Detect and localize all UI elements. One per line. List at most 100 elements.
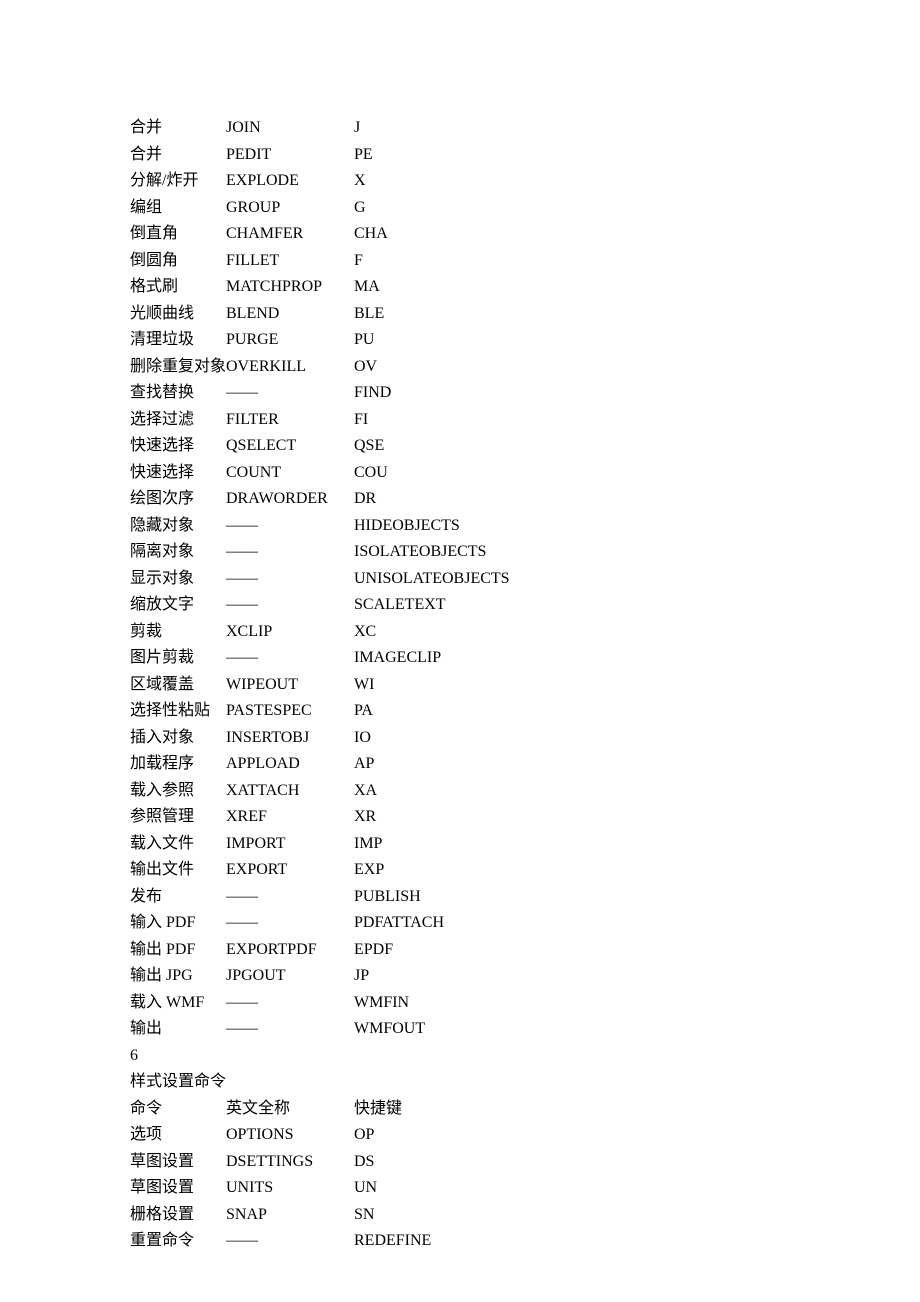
cell: ——: [226, 884, 354, 911]
cell: ——: [226, 380, 354, 407]
cell: WI: [354, 672, 534, 699]
table-row: 载入文件IMPORTIMP: [130, 831, 790, 858]
cell: 隔离对象: [130, 539, 226, 566]
cell: CHA: [354, 221, 534, 248]
table-row: 输出——WMFOUT: [130, 1016, 790, 1043]
table-row: 编组GROUPG: [130, 195, 790, 222]
table-row: 快速选择QSELECTQSE: [130, 433, 790, 460]
cell: 快速选择: [130, 460, 226, 487]
cell: UNISOLATEOBJECTS: [354, 566, 534, 593]
table-row: 缩放文字——SCALETEXT: [130, 592, 790, 619]
cell: 分解/炸开: [130, 168, 226, 195]
cell: EPDF: [354, 937, 534, 964]
cell: 删除重复对象OVERKILL: [130, 354, 354, 381]
section-number: 6: [130, 1043, 790, 1070]
cell: 草图设置: [130, 1149, 226, 1176]
cell: XCLIP: [226, 619, 354, 646]
cell: 区域覆盖: [130, 672, 226, 699]
cell: FILLET: [226, 248, 354, 275]
header-cell: 英文全称: [226, 1096, 354, 1123]
cell: BLE: [354, 301, 534, 328]
cell: 载入 WMF: [130, 990, 226, 1017]
cell: X: [354, 168, 534, 195]
cell: WIPEOUT: [226, 672, 354, 699]
table-row: 光顺曲线BLENDBLE: [130, 301, 790, 328]
cell: EXPORTPDF: [226, 937, 354, 964]
cell: UNITS: [226, 1175, 354, 1202]
table-row: 草图设置DSETTINGSDS: [130, 1149, 790, 1176]
cell: 输出: [130, 1016, 226, 1043]
cell: XR: [354, 804, 534, 831]
cell: 发布: [130, 884, 226, 911]
cell: ——: [226, 1228, 354, 1255]
table-row: 载入参照XATTACHXA: [130, 778, 790, 805]
cell: PUBLISH: [354, 884, 534, 911]
cell: XA: [354, 778, 534, 805]
cell: FIND: [354, 380, 534, 407]
cell: 选择过滤: [130, 407, 226, 434]
table-row: 载入 WMF——WMFIN: [130, 990, 790, 1017]
cell: XC: [354, 619, 534, 646]
header-cell: 命令: [130, 1096, 226, 1123]
table-row: 输出 JPGJPGOUTJP: [130, 963, 790, 990]
table-row: 清理垃圾PURGEPU: [130, 327, 790, 354]
cell: J: [354, 115, 534, 142]
table-row: 发布——PUBLISH: [130, 884, 790, 911]
cell: 隐藏对象: [130, 513, 226, 540]
table-row: 显示对象——UNISOLATEOBJECTS: [130, 566, 790, 593]
table-row: 参照管理XREFXR: [130, 804, 790, 831]
cell: 加载程序: [130, 751, 226, 778]
cell: ——: [226, 1016, 354, 1043]
cell: 输出文件: [130, 857, 226, 884]
cell: IMPORT: [226, 831, 354, 858]
table-row: 快速选择COUNTCOU: [130, 460, 790, 487]
table-row: 剪裁XCLIPXC: [130, 619, 790, 646]
table-row: 格式刷MATCHPROPMA: [130, 274, 790, 301]
table-row: 合并JOINJ: [130, 115, 790, 142]
cell: IO: [354, 725, 534, 752]
cell: CHAMFER: [226, 221, 354, 248]
cell: ——: [226, 539, 354, 566]
cell: JPGOUT: [226, 963, 354, 990]
cell: 快速选择: [130, 433, 226, 460]
cell: 输出 PDF: [130, 937, 226, 964]
table-row: 插入对象INSERTOBJIO: [130, 725, 790, 752]
cell: XATTACH: [226, 778, 354, 805]
cell: GROUP: [226, 195, 354, 222]
cell: XREF: [226, 804, 354, 831]
cell: ——: [226, 592, 354, 619]
cell: 合并: [130, 142, 226, 169]
cell: 清理垃圾: [130, 327, 226, 354]
table-row: 输出文件EXPORTEXP: [130, 857, 790, 884]
cell: WMFOUT: [354, 1016, 534, 1043]
cell: 查找替换: [130, 380, 226, 407]
cell: JP: [354, 963, 534, 990]
cell: MA: [354, 274, 534, 301]
cell: FI: [354, 407, 534, 434]
cell: 倒直角: [130, 221, 226, 248]
cell: IMAGECLIP: [354, 645, 534, 672]
cell: IMP: [354, 831, 534, 858]
cell: ——: [226, 566, 354, 593]
cell: AP: [354, 751, 534, 778]
cell: 插入对象: [130, 725, 226, 752]
table-row: 区域覆盖WIPEOUTWI: [130, 672, 790, 699]
table-row: 输出 PDFEXPORTPDFEPDF: [130, 937, 790, 964]
cell: PU: [354, 327, 534, 354]
table-row: 栅格设置SNAPSN: [130, 1202, 790, 1229]
cell: 合并: [130, 115, 226, 142]
table-header-row: 命令 英文全称 快捷键: [130, 1096, 790, 1123]
cell: DS: [354, 1149, 534, 1176]
cell: PASTESPEC: [226, 698, 354, 725]
cell: ——: [226, 910, 354, 937]
cell: SCALETEXT: [354, 592, 534, 619]
table-row: 隐藏对象——HIDEOBJECTS: [130, 513, 790, 540]
table-row: 草图设置UNITSUN: [130, 1175, 790, 1202]
cell: G: [354, 195, 534, 222]
cell: REDEFINE: [354, 1228, 534, 1255]
cell: PDFATTACH: [354, 910, 534, 937]
cell: PE: [354, 142, 534, 169]
table-row: 隔离对象——ISOLATEOBJECTS: [130, 539, 790, 566]
cell: EXPLODE: [226, 168, 354, 195]
cell: PURGE: [226, 327, 354, 354]
